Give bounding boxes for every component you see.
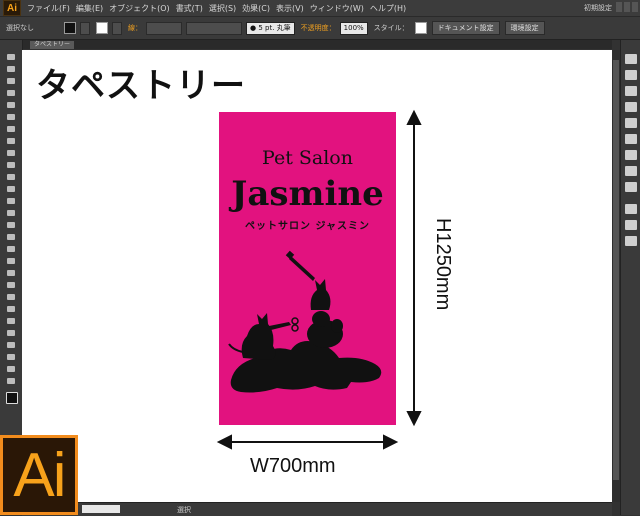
zoom-tool-icon[interactable]: [7, 378, 15, 384]
width-label: W700mm: [250, 455, 336, 477]
swatches-panel-icon[interactable]: [625, 86, 637, 96]
menu-effect[interactable]: 効果(C): [242, 3, 270, 14]
height-label: H1250mm: [432, 218, 454, 311]
style-swatch[interactable]: [414, 22, 427, 34]
direct-selection-tool-icon[interactable]: [7, 66, 15, 72]
opacity-field[interactable]: 100%: [339, 21, 368, 35]
zoom-field[interactable]: [82, 505, 120, 513]
magic-wand-tool-icon[interactable]: [7, 78, 15, 84]
slice-tool-icon[interactable]: [7, 354, 15, 360]
fill-swatch[interactable]: [64, 22, 76, 34]
menu-object[interactable]: オブジェクト(O): [109, 3, 170, 14]
rotate-tool-icon[interactable]: [7, 198, 15, 204]
symbols-panel-icon[interactable]: [625, 118, 637, 128]
transparency-panel-icon[interactable]: [625, 182, 637, 192]
layers-panel-icon[interactable]: [625, 220, 637, 230]
eyedropper-tool-icon[interactable]: [7, 294, 15, 300]
window-controls: [616, 2, 638, 12]
variable-width-dropdown[interactable]: [186, 21, 242, 35]
artboards-panel-icon[interactable]: [625, 236, 637, 246]
preferences-button[interactable]: 環境設定: [504, 21, 545, 35]
scrollbar-thumb[interactable]: [613, 60, 619, 480]
width-tool-icon[interactable]: [7, 222, 15, 228]
status-bar: 選択: [22, 502, 612, 516]
style-label: スタイル：: [373, 24, 409, 32]
pencil-tool-icon[interactable]: [7, 162, 15, 168]
appearance-panel-icon[interactable]: [625, 204, 637, 214]
pen-tool-icon[interactable]: [7, 102, 15, 108]
type-tool-icon[interactable]: [7, 114, 15, 120]
scale-tool-icon[interactable]: [7, 210, 15, 216]
app-logo-icon: Ai: [3, 0, 21, 16]
document-tab[interactable]: タペストリー: [30, 41, 75, 49]
illustrator-logo: Ai: [0, 435, 78, 515]
menu-help[interactable]: ヘルプ(H): [370, 3, 406, 14]
blend-tool-icon[interactable]: [7, 306, 15, 312]
stroke-label: 線：: [128, 24, 142, 32]
menu-type[interactable]: 書式(T): [176, 3, 203, 14]
menu-select[interactable]: 選択(S): [209, 3, 236, 14]
selection-tool-icon[interactable]: [7, 54, 15, 60]
menu-window[interactable]: ウィンドウ(W): [310, 3, 364, 14]
artboard-tool-icon[interactable]: [7, 342, 15, 348]
stroke-panel-icon[interactable]: [625, 150, 637, 160]
dimension-arrows: [216, 109, 422, 450]
status-label: 選択: [177, 506, 191, 514]
blob-brush-tool-icon[interactable]: [7, 174, 15, 180]
opacity-label: 不透明度：: [300, 24, 336, 32]
panel-dock: [620, 40, 640, 515]
width-arrow-left-icon: [216, 434, 232, 450]
gradient-tool-icon[interactable]: [7, 282, 15, 288]
brushes-panel-icon[interactable]: [625, 102, 637, 112]
menu-edit[interactable]: 編集(E): [76, 3, 103, 14]
artboard-canvas[interactable]: タペストリー Pet Salon Jasmine ペットサロン ジャスミン W7…: [22, 50, 612, 502]
stroke-dropdown[interactable]: [112, 21, 122, 35]
line-tool-icon[interactable]: [7, 126, 15, 132]
close-button[interactable]: [632, 2, 638, 12]
fill-dropdown[interactable]: [80, 21, 90, 35]
rectangle-tool-icon[interactable]: [7, 138, 15, 144]
stroke-swatch[interactable]: [96, 22, 108, 34]
mesh-tool-icon[interactable]: [7, 270, 15, 276]
vertical-scrollbar[interactable]: [612, 50, 620, 502]
lasso-tool-icon[interactable]: [7, 90, 15, 96]
paintbrush-tool-icon[interactable]: [7, 150, 15, 156]
document-tab-bar: タペストリー: [22, 40, 612, 49]
perspective-grid-tool-icon[interactable]: [7, 258, 15, 264]
graphic-styles-icon[interactable]: [625, 134, 637, 144]
hand-tool-icon[interactable]: [7, 366, 15, 372]
selection-label: 選択なし: [6, 24, 34, 32]
column-graph-tool-icon[interactable]: [7, 330, 15, 336]
width-arrow-right-icon: [383, 434, 399, 450]
menu-view[interactable]: 表示(V): [276, 3, 304, 14]
height-arrow-bottom-icon: [406, 411, 422, 427]
free-transform-tool-icon[interactable]: [7, 234, 15, 240]
brush-dropdown[interactable]: ● 5 pt. 丸筆: [246, 21, 295, 35]
symbol-sprayer-tool-icon[interactable]: [7, 318, 15, 324]
document-setup-button[interactable]: ドキュメント設定: [431, 21, 500, 35]
eraser-tool-icon[interactable]: [7, 186, 15, 192]
height-arrow-top-icon: [406, 109, 422, 125]
fill-color-icon[interactable]: [6, 392, 18, 404]
menu-file[interactable]: ファイル(F): [27, 3, 70, 14]
menu-bar: Ai ファイル(F) 編集(E) オブジェクト(O) 書式(T) 選択(S) 効…: [0, 0, 640, 17]
maximize-button[interactable]: [624, 2, 630, 12]
gradient-panel-icon[interactable]: [625, 166, 637, 176]
shape-builder-tool-icon[interactable]: [7, 246, 15, 252]
minimize-button[interactable]: [616, 2, 622, 12]
color-panel-icon[interactable]: [625, 54, 637, 64]
color-guide-icon[interactable]: [625, 70, 637, 80]
stroke-weight-field[interactable]: [146, 21, 182, 35]
workspace-switcher[interactable]: 初期設定: [584, 3, 612, 13]
control-bar: 選択なし 線： ● 5 pt. 丸筆 不透明度： 100% スタイル： ドキュメ…: [0, 17, 640, 40]
